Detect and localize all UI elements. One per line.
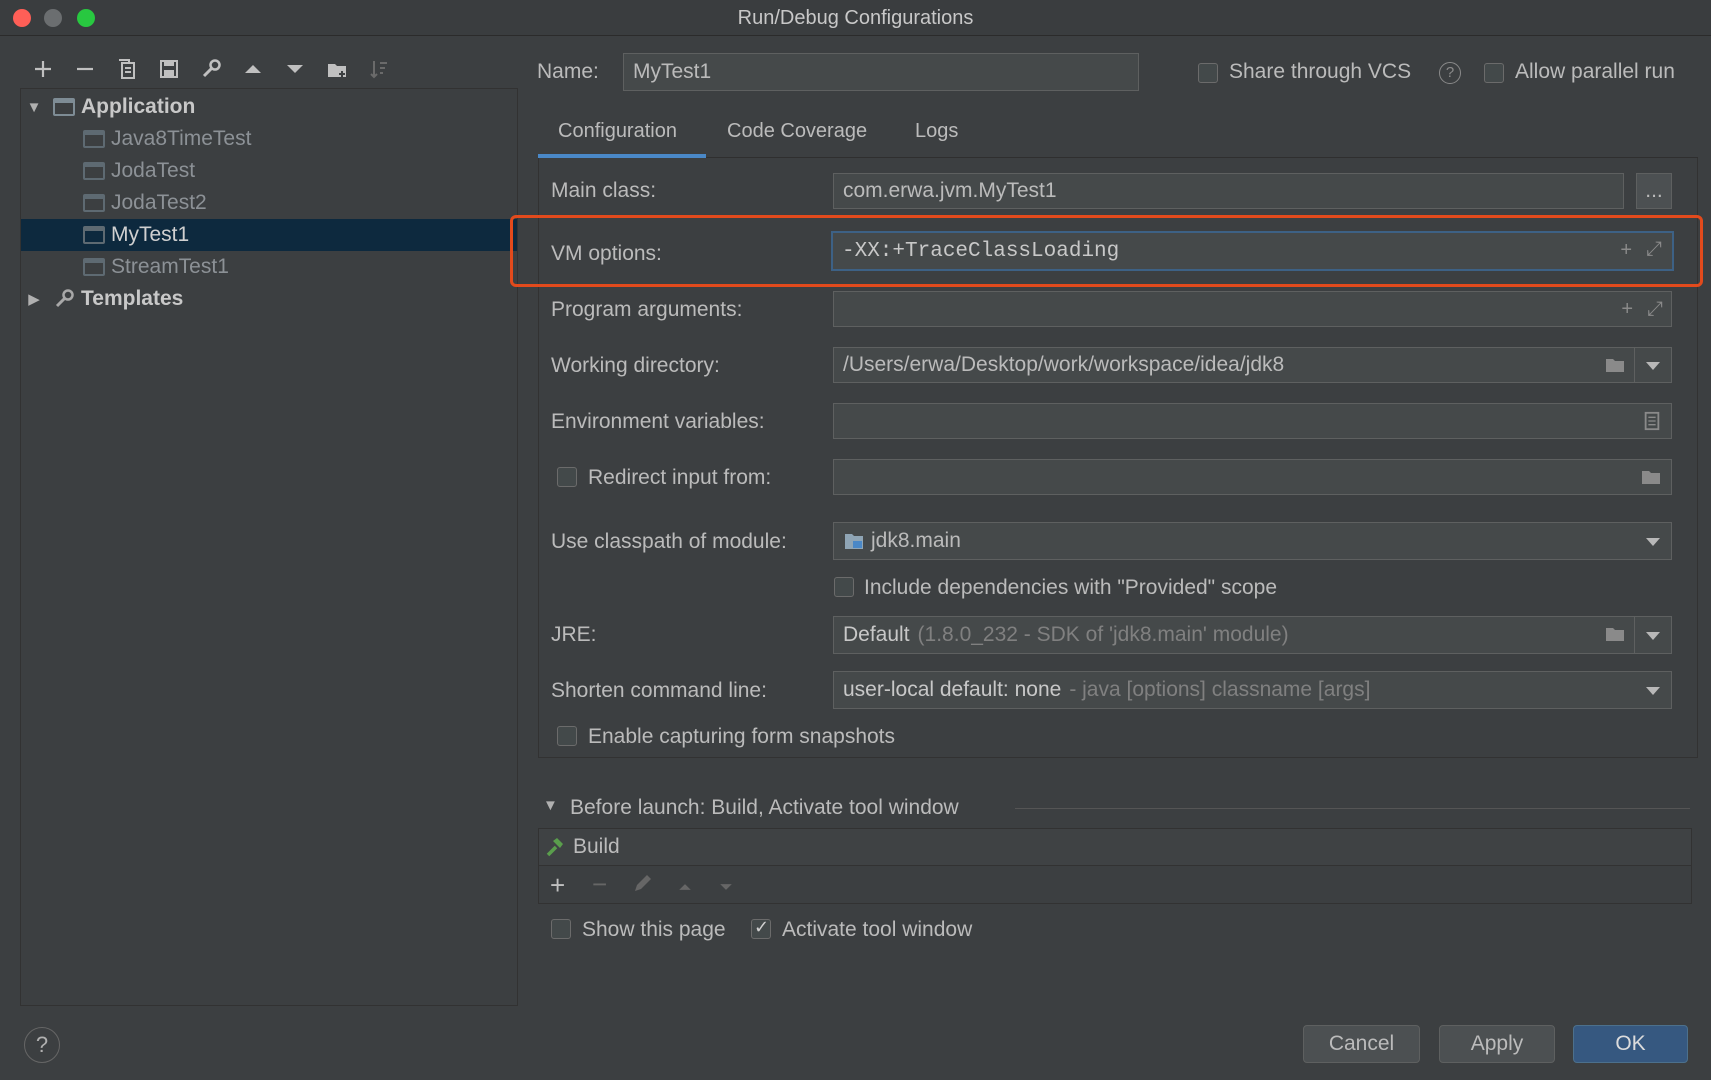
application-icon — [83, 194, 105, 212]
tree-node-templates[interactable]: ▶ Templates — [21, 283, 517, 315]
activate-tool-window-label: Activate tool window — [782, 918, 973, 941]
new-folder-icon[interactable] — [316, 53, 358, 85]
shorten-command-select[interactable]: user-local default: none - java [options… — [833, 671, 1672, 709]
show-page-checkbox[interactable] — [551, 919, 571, 939]
dropdown-arrow-icon[interactable] — [1646, 362, 1660, 370]
allow-parallel-checkbox[interactable] — [1484, 63, 1504, 83]
form-snapshots-label: Enable capturing form snapshots — [588, 725, 896, 748]
before-launch-divider — [1015, 808, 1690, 809]
title-bar: Run/Debug Configurations — [0, 0, 1711, 36]
tab-configuration[interactable]: Configuration — [558, 120, 677, 143]
move-down-icon[interactable] — [274, 53, 316, 85]
name-input[interactable]: MyTest1 — [623, 53, 1139, 91]
dropdown-arrow-icon[interactable] — [1646, 538, 1660, 546]
tab-logs[interactable]: Logs — [915, 120, 958, 143]
add-icon[interactable]: + — [1621, 298, 1633, 321]
add-icon[interactable] — [22, 53, 64, 85]
shorten-label: Shorten command line: — [551, 679, 767, 702]
sort-icon[interactable] — [358, 53, 400, 85]
move-up-icon[interactable] — [232, 53, 274, 85]
expand-icon[interactable]: ⤢ — [1646, 238, 1662, 261]
dropdown-arrow-icon[interactable] — [1646, 687, 1660, 695]
name-label: Name: — [537, 60, 599, 83]
move-up-icon[interactable] — [675, 877, 695, 901]
application-icon — [83, 226, 105, 244]
tree-node-application[interactable]: ▼ Application — [21, 91, 517, 123]
env-vars-label: Environment variables: — [551, 410, 765, 433]
working-dir-input[interactable]: /Users/erwa/Desktop/work/workspace/idea/… — [833, 347, 1672, 383]
config-toolbar — [22, 52, 400, 86]
classpath-label: Use classpath of module: — [551, 530, 787, 553]
classpath-module-select[interactable]: jdk8.main — [833, 522, 1672, 560]
edit-icon[interactable] — [631, 873, 653, 895]
hammer-icon — [543, 835, 567, 859]
tree-item[interactable]: JodaTest — [21, 155, 517, 187]
jre-select[interactable]: Default (1.8.0_232 - SDK of 'jdk8.main' … — [833, 616, 1672, 654]
redirect-input-field[interactable] — [833, 459, 1672, 495]
add-icon[interactable]: + — [1620, 239, 1632, 262]
tree-item[interactable]: JodaTest2 — [21, 187, 517, 219]
include-deps-label: Include dependencies with "Provided" sco… — [864, 576, 1278, 599]
activate-tool-window-checkbox[interactable] — [751, 917, 771, 939]
main-class-label: Main class: — [551, 179, 657, 202]
before-launch-item[interactable]: Build — [573, 835, 620, 859]
remove-icon[interactable] — [64, 53, 106, 85]
help-button[interactable]: ? — [24, 1027, 60, 1063]
folder-icon[interactable] — [1640, 466, 1662, 494]
cancel-button[interactable]: Cancel — [1303, 1025, 1420, 1063]
allow-parallel-label: Allow parallel run — [1515, 60, 1675, 83]
dropdown-arrow-icon[interactable] — [1646, 632, 1660, 640]
window-title: Run/Debug Configurations — [737, 7, 974, 29]
application-icon — [83, 130, 105, 148]
move-down-icon[interactable] — [716, 877, 736, 901]
folder-icon[interactable] — [1604, 623, 1626, 651]
add-icon[interactable]: + — [550, 870, 565, 901]
ok-button[interactable]: OK — [1573, 1025, 1688, 1063]
vm-options-label: VM options: — [551, 242, 662, 265]
wrench-icon[interactable] — [190, 53, 232, 85]
application-icon — [53, 98, 75, 116]
program-args-input[interactable]: + ⤢ — [833, 291, 1672, 327]
collapse-arrow-icon[interactable]: ▼ — [543, 797, 558, 814]
vm-options-input[interactable]: -XX:+TraceClassLoading + ⤢ — [831, 231, 1674, 271]
remove-icon[interactable]: − — [592, 869, 607, 900]
show-page-label: Show this page — [582, 918, 726, 941]
wrench-icon — [53, 288, 75, 310]
working-dir-label: Working directory: — [551, 354, 720, 377]
program-args-label: Program arguments: — [551, 298, 743, 321]
module-folder-icon — [843, 530, 865, 552]
application-icon — [83, 258, 105, 276]
application-icon — [83, 162, 105, 180]
redirect-input-checkbox[interactable] — [557, 467, 577, 487]
collapsed-arrow-icon[interactable]: ▶ — [23, 290, 45, 308]
expand-icon[interactable]: ⤢ — [1647, 298, 1663, 321]
folder-icon[interactable] — [1604, 354, 1626, 382]
configuration-tree: ▼ Application Java8TimeTest JodaTest Jod… — [20, 88, 518, 1006]
browse-main-class-button[interactable]: ... — [1636, 173, 1672, 209]
before-launch-toolbar: + − — [538, 866, 1692, 904]
document-icon[interactable] — [1642, 410, 1662, 438]
jre-label: JRE: — [551, 623, 597, 646]
form-snapshots-checkbox[interactable] — [557, 726, 577, 746]
before-launch-list: Build — [538, 828, 1692, 866]
help-icon[interactable]: ? — [1439, 62, 1461, 84]
tree-item[interactable]: Java8TimeTest — [21, 123, 517, 155]
tree-item-selected[interactable]: MyTest1 — [21, 219, 517, 251]
tab-code-coverage[interactable]: Code Coverage — [727, 120, 867, 143]
share-vcs-label: Share through VCS — [1229, 60, 1412, 83]
redirect-input-label: Redirect input from: — [588, 466, 772, 489]
tree-item[interactable]: StreamTest1 — [21, 251, 517, 283]
apply-button[interactable]: Apply — [1439, 1025, 1555, 1063]
main-class-input[interactable]: com.erwa.jvm.MyTest1 — [833, 173, 1624, 209]
save-icon[interactable] — [148, 53, 190, 85]
share-vcs-checkbox[interactable] — [1198, 63, 1218, 83]
env-vars-input[interactable] — [833, 403, 1672, 439]
include-deps-checkbox[interactable] — [834, 577, 854, 597]
expand-arrow-icon[interactable]: ▼ — [23, 99, 45, 116]
copy-icon[interactable] — [106, 53, 148, 85]
before-launch-header: Before launch: Build, Activate tool wind… — [570, 796, 959, 819]
